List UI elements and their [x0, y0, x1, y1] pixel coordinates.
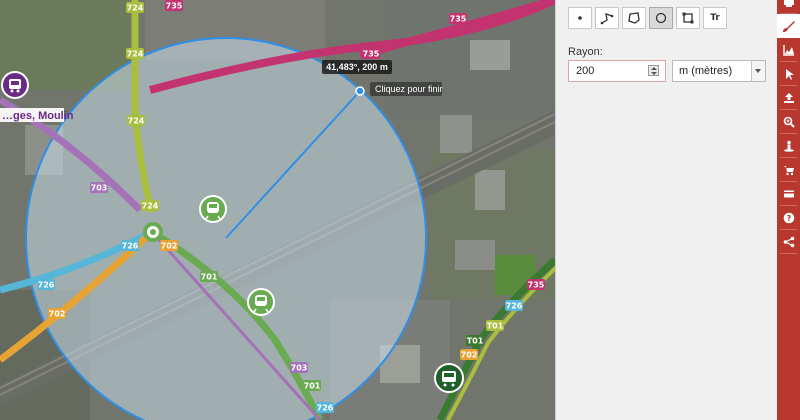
cursor-icon	[785, 69, 794, 80]
rectangle-tool-button[interactable]	[676, 7, 700, 29]
text-tool-button[interactable]: Tr	[703, 7, 727, 29]
line-icon	[600, 13, 614, 25]
sidebar-item-help[interactable]: ?	[777, 206, 800, 230]
person-icon	[783, 140, 794, 152]
circle-icon	[655, 12, 667, 24]
map-canvas[interactable]: 735 735 735 735 724 724 724 724 703 703 …	[0, 0, 555, 420]
route-label: 703	[291, 364, 308, 373]
point-icon	[578, 16, 582, 20]
stop-label[interactable]: …ges, Moulin	[2, 110, 74, 122]
polygon-tool-button[interactable]	[622, 7, 646, 29]
svg-text:?: ?	[786, 214, 791, 223]
route-label: 735	[363, 50, 380, 59]
route-label: 724	[128, 117, 145, 126]
junction-node-center	[150, 229, 156, 235]
card-icon	[783, 190, 794, 198]
building	[470, 40, 510, 70]
route-label: T01	[487, 322, 504, 331]
help-icon: ?	[783, 212, 794, 224]
building	[440, 115, 472, 153]
chart-icon	[782, 45, 794, 56]
right-sidebar: ?	[777, 0, 800, 420]
bus-icon[interactable]	[1, 71, 29, 99]
cart-icon	[783, 166, 794, 176]
circle-tool-button[interactable]	[649, 7, 673, 29]
measure-tooltip-text: 41,483°, 200 m	[326, 62, 388, 72]
radius-circle[interactable]	[25, 37, 427, 420]
unit-select-value: m (mètres)	[679, 65, 733, 77]
train-icon[interactable]	[199, 195, 227, 223]
radius-label: Rayon:	[568, 46, 603, 58]
brush-icon	[783, 20, 795, 32]
route-label: T01	[467, 337, 484, 346]
sidebar-item-card[interactable]	[777, 182, 800, 206]
route-label: 702	[49, 310, 66, 319]
route-label: 724	[127, 50, 144, 59]
zoom-icon	[783, 116, 795, 128]
route-label: 735	[166, 2, 183, 11]
line-tool-button[interactable]	[595, 7, 619, 29]
text-icon: Tr	[710, 13, 720, 23]
building	[475, 170, 505, 210]
sidebar-item-shop[interactable]	[777, 158, 800, 182]
sidebar-item-draw[interactable]	[777, 14, 800, 38]
print-icon	[783, 0, 794, 7]
route-label: 726	[38, 281, 55, 290]
route-label: 726	[506, 302, 523, 311]
rectangle-icon	[682, 12, 694, 24]
hint-tooltip-text: Cliquez pour finir	[375, 84, 443, 94]
draw-panel: Tr Rayon: 200 m (mètres)	[555, 0, 778, 420]
route-label: 724	[142, 202, 159, 211]
route-label: 726	[122, 242, 139, 251]
route-label: 724	[127, 4, 144, 13]
point-tool-button[interactable]	[568, 7, 592, 29]
chevron-down-icon	[751, 61, 765, 81]
route-label: 701	[304, 382, 321, 391]
bus-icon[interactable]	[434, 363, 464, 393]
sidebar-item-share[interactable]	[777, 230, 800, 254]
sidebar-item-street-view[interactable]	[777, 134, 800, 158]
polygon-icon	[628, 12, 640, 24]
unit-select[interactable]: m (mètres)	[672, 60, 766, 82]
train-icon[interactable]	[247, 288, 275, 316]
route-label: 702	[161, 242, 178, 251]
route-label: 726	[317, 404, 334, 413]
route-label: 735	[528, 281, 545, 290]
share-icon	[783, 236, 794, 248]
draw-toolbar: Tr	[568, 7, 730, 29]
upload-icon	[783, 93, 794, 103]
sidebar-item-print[interactable]	[777, 0, 800, 14]
sidebar-item-import[interactable]	[777, 86, 800, 110]
sidebar-item-elevation[interactable]	[777, 38, 800, 62]
route-label: 702	[461, 351, 478, 360]
sidebar-item-measure[interactable]	[777, 62, 800, 86]
route-label: 701	[201, 273, 218, 282]
route-label: 703	[91, 184, 108, 193]
map-view[interactable]: 735 735 735 735 724 724 724 724 703 703 …	[0, 0, 555, 420]
building	[455, 240, 495, 270]
radius-stepper[interactable]	[648, 65, 659, 76]
route-label: 735	[450, 15, 467, 24]
sidebar-item-search[interactable]	[777, 110, 800, 134]
radius-handle[interactable]	[355, 86, 365, 96]
